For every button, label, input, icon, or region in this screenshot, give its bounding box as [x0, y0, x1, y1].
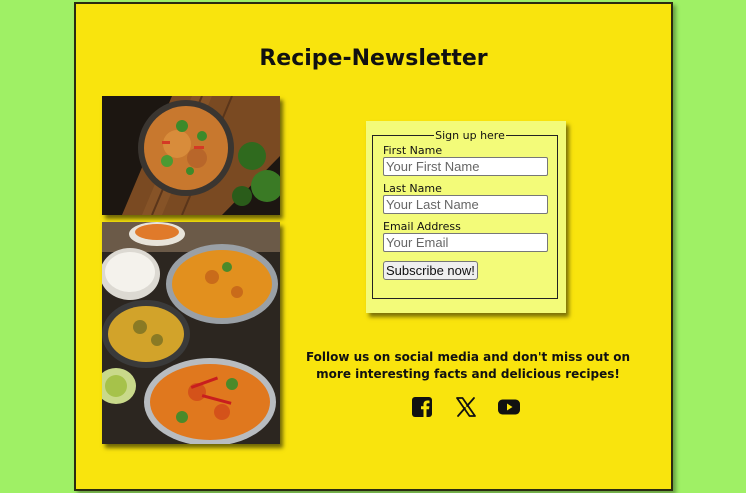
email-label: Email Address — [383, 220, 461, 233]
subscribe-button[interactable]: Subscribe now! — [383, 261, 478, 280]
newsletter-card: Recipe-Newsletter Sign up here First Nam… — [74, 2, 673, 491]
last-name-label: Last Name — [383, 182, 442, 195]
social-follow-text: Follow us on social media and don't miss… — [305, 350, 631, 381]
first-name-field[interactable] — [383, 157, 548, 176]
facebook-icon[interactable] — [411, 396, 433, 418]
curry-spread-photo — [102, 222, 280, 444]
youtube-icon[interactable] — [497, 396, 521, 418]
x-icon[interactable] — [455, 396, 477, 418]
page-title: Recipe-Newsletter — [259, 46, 488, 71]
curry-bowl-photo — [102, 96, 280, 215]
signup-form-panel: Sign up here First Name Last Name Email … — [366, 121, 566, 313]
signup-legend: Sign up here — [435, 129, 505, 142]
last-name-field[interactable] — [383, 195, 548, 214]
first-name-label: First Name — [383, 144, 443, 157]
signup-fieldset: Sign up here First Name Last Name Email … — [372, 129, 558, 299]
email-field[interactable] — [383, 233, 548, 252]
